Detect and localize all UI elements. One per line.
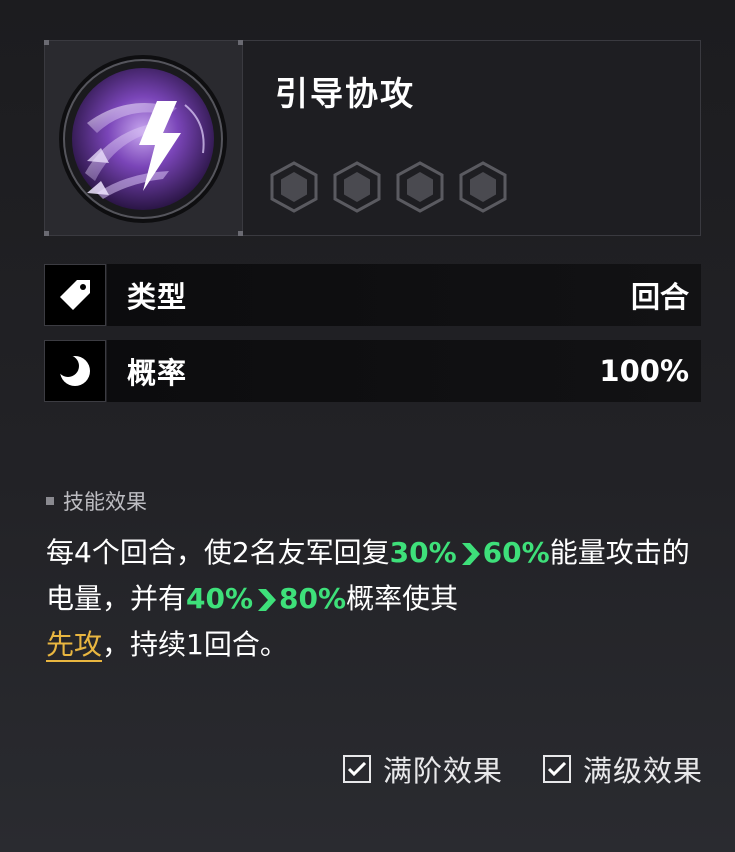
effect-heading-label: 技能效果 <box>63 490 147 514</box>
keyword-link[interactable]: 先攻 <box>46 628 102 661</box>
stat-row-type: 类型 回合 <box>44 264 701 326</box>
max-level-toggle[interactable]: 满级效果 <box>542 748 703 790</box>
stat-body: 类型 回合 <box>107 264 701 326</box>
frame-corner <box>44 231 49 236</box>
effect-value-upgraded: 80% <box>279 582 347 615</box>
stat-label: 类型 <box>127 280 188 314</box>
checkbox[interactable] <box>542 755 571 783</box>
toggle-label: 满阶效果 <box>382 754 503 788</box>
level-slot-hex-icon <box>396 161 444 213</box>
crescent-moon-icon <box>57 355 90 386</box>
toggle-label: 满级效果 <box>582 754 703 788</box>
level-slot-hex-icon <box>270 161 318 213</box>
lightning-strike-icon <box>59 55 227 223</box>
skill-header-card: 引导协攻 <box>44 40 701 236</box>
upgrade-arrow-icon <box>461 543 480 565</box>
stat-label: 概率 <box>127 356 188 390</box>
effect-description: 每4个回合，使2名友军回复30% 60%能量攻击的电量，并有40% 80%概率使其先… <box>46 530 706 668</box>
effect-text-segment: 每4个回合，使2名友军回复 <box>46 536 390 569</box>
checkmark-icon <box>547 761 567 777</box>
stat-icon-frame <box>44 264 106 326</box>
effect-value-base: 40% <box>186 582 254 615</box>
stat-value: 回合 <box>630 280 689 314</box>
effect-text-segment: 概率使其 <box>346 582 459 615</box>
heading-bullet-icon <box>46 497 54 505</box>
skill-icon-frame <box>44 40 243 236</box>
skill-level-slots <box>269 161 508 213</box>
skill-detail-panel: 引导协攻 类型 回合 概率 100% 技能效果 每4个回合，使2名友军回复30%… <box>0 0 735 852</box>
effect-value-base: 30% <box>389 536 457 569</box>
effect-toggles: 满阶效果 满级效果 <box>342 748 703 790</box>
stat-row-probability: 概率 100% <box>44 340 701 402</box>
effect-value-upgraded: 60% <box>482 536 550 569</box>
checkbox[interactable] <box>342 755 371 783</box>
level-slot-hex-icon <box>459 161 507 213</box>
frame-corner <box>44 40 49 45</box>
effect-heading: 技能效果 <box>46 486 147 516</box>
max-rank-toggle[interactable]: 满阶效果 <box>342 748 503 790</box>
effect-text-segment: ，持续1回合。 <box>102 628 288 661</box>
frame-corner <box>238 231 243 236</box>
checkmark-icon <box>347 761 367 777</box>
level-slot-hex-icon <box>333 161 381 213</box>
tag-icon <box>60 280 90 310</box>
upgrade-arrow-icon <box>258 589 277 611</box>
stat-value: 100% <box>599 354 689 388</box>
stat-icon-frame <box>44 340 106 402</box>
stat-body: 概率 100% <box>107 340 701 402</box>
skill-name: 引导协攻 <box>275 74 415 113</box>
frame-corner <box>238 40 243 45</box>
